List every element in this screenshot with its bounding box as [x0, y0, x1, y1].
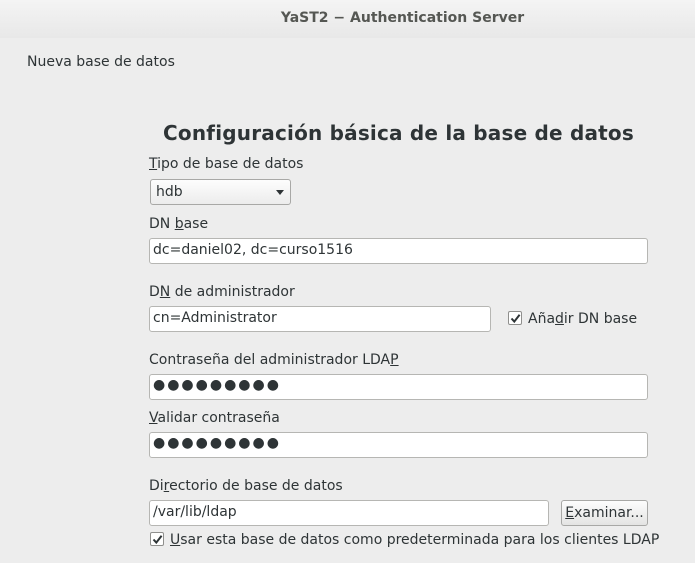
admin-dn-label-rest: de administrador — [170, 284, 295, 300]
admin-dn-label: DN de administrador — [149, 284, 295, 300]
dialog-title: Configuración básica de la base de datos — [163, 121, 634, 145]
db-type-label: Tipo de base de datos — [149, 156, 303, 172]
browse-label-mnemonic: E — [565, 505, 575, 521]
browse-label-rest: xaminar... — [574, 505, 644, 521]
append-label-prefix: Aña — [528, 311, 556, 327]
checkmark-icon — [152, 535, 163, 545]
default-db-label-mnemonic: U — [170, 532, 181, 548]
title-bar: YaST2 − Authentication Server — [0, 0, 695, 38]
default-db-label-rest: sar esta base de datos como predetermina… — [180, 532, 660, 548]
db-directory-input[interactable]: /var/lib/ldap — [149, 500, 549, 526]
browse-button[interactable]: Examinar... — [561, 500, 648, 526]
db-directory-label: Directorio de base de datos — [149, 478, 343, 494]
validate-password-label-rest: alidar contraseña — [157, 410, 280, 426]
admin-password-label-mnemonic: P — [390, 352, 399, 368]
append-base-dn-checkbox[interactable] — [508, 311, 522, 325]
db-type-label-mnemonic: T — [149, 156, 158, 172]
db-type-dropdown[interactable]: hdb — [150, 179, 291, 205]
admin-password-label: Contraseña del administrador LDAP — [149, 352, 399, 368]
default-db-checkbox[interactable] — [150, 532, 164, 546]
admin-password-label-prefix: Contraseña del administrador LDA — [149, 352, 391, 368]
admin-dn-input[interactable]: cn=Administrator — [149, 306, 491, 332]
append-label-mnemonic: d — [555, 311, 564, 327]
admin-dn-label-mnemonic: N — [159, 284, 171, 300]
base-dn-label-prefix: DN — [149, 216, 175, 232]
append-base-dn-label[interactable]: Añadir DN base — [528, 311, 637, 327]
chevron-down-icon — [276, 190, 284, 195]
base-dn-label-mnemonic: b — [174, 216, 184, 232]
admin-password-input[interactable]: ●●●●●●●●● — [149, 374, 648, 400]
db-directory-label-rest: ectorio de base de datos — [169, 478, 343, 494]
validate-password-input[interactable]: ●●●●●●●●● — [149, 432, 648, 458]
base-dn-input[interactable]: dc=daniel02, dc=curso1516 — [149, 238, 648, 264]
db-type-value: hdb — [156, 184, 183, 200]
admin-dn-label-prefix: D — [149, 284, 160, 300]
validate-password-label: Validar contraseña — [149, 410, 280, 426]
db-directory-label-prefix: Di — [149, 478, 164, 494]
validate-password-label-mnemonic: V — [149, 410, 158, 426]
page-heading: Nueva base de datos — [27, 54, 175, 70]
checkmark-icon — [510, 314, 521, 324]
default-db-label[interactable]: Usar esta base de datos como predetermin… — [170, 532, 659, 548]
window-title: YaST2 − Authentication Server — [280, 10, 525, 26]
base-dn-label: DN base — [149, 216, 208, 232]
append-label-rest: ir DN base — [563, 311, 638, 327]
base-dn-label-rest: ase — [183, 216, 209, 232]
db-type-label-rest: ipo de base de datos — [157, 156, 304, 172]
